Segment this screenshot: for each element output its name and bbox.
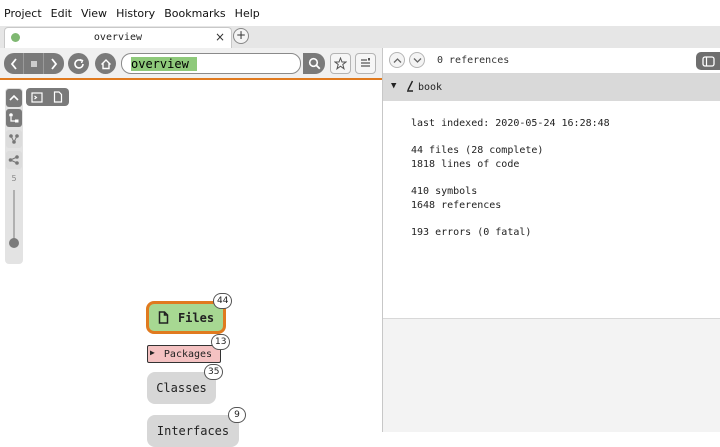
home-icon	[100, 58, 111, 69]
menu-bookmarks[interactable]: Bookmarks	[164, 7, 225, 20]
view-toggle-group	[26, 88, 69, 106]
bookmarks-list-icon	[361, 58, 370, 67]
next-reference-button[interactable]	[409, 52, 425, 68]
classes-count-badge: 35	[204, 364, 224, 380]
packages-node-label: Packages	[163, 348, 213, 360]
collapse-triangle-icon[interactable]: ▼	[391, 81, 396, 91]
pencil-icon[interactable]	[405, 80, 415, 92]
home-button[interactable]	[95, 53, 116, 74]
back-button[interactable]	[4, 53, 24, 74]
history-menu-button[interactable]	[24, 53, 44, 74]
interfaces-node-label: Interfaces	[156, 424, 230, 438]
search-icon	[308, 57, 320, 70]
chevron-right-icon	[51, 57, 58, 70]
screen-layout-button[interactable]	[696, 52, 720, 70]
files-count-badge: 44	[213, 293, 233, 309]
menu-bar: Project Edit View History Bookmarks Help	[0, 0, 720, 26]
collapse-controls-button[interactable]	[6, 89, 22, 107]
graph-custom-icon	[9, 113, 19, 123]
refresh-icon	[73, 58, 84, 69]
depth-slider-handle[interactable]	[9, 238, 19, 248]
graph-mode-custom-button[interactable]	[6, 109, 22, 127]
files-text: 44 files (28 complete)	[411, 145, 544, 156]
nav-group	[4, 53, 64, 74]
project-header[interactable]: ▼ book	[383, 74, 720, 101]
search-button[interactable]	[303, 53, 325, 74]
menu-project[interactable]: Project	[4, 7, 42, 20]
menu-history[interactable]: History	[116, 7, 155, 20]
menu-view[interactable]: View	[81, 7, 107, 20]
refresh-button[interactable]	[68, 53, 89, 74]
graph-mode-network-button[interactable]	[6, 151, 22, 169]
menu-edit[interactable]: Edit	[51, 7, 72, 20]
references-count: 0 references	[437, 55, 510, 66]
layout-icon	[701, 55, 715, 67]
files-node-label: Files	[177, 310, 215, 325]
expand-triangle-icon[interactable]: ▶	[150, 348, 155, 357]
tab-bar: overview × +	[0, 26, 720, 48]
graph-mode-tree-button[interactable]	[6, 130, 22, 148]
errors-text: 193 errors (0 fatal)	[411, 227, 532, 238]
search-box	[121, 53, 301, 74]
project-name: book	[418, 82, 443, 93]
chevron-left-icon	[10, 57, 17, 70]
menu-help[interactable]: Help	[235, 7, 260, 20]
project-info: last indexed: 2020-05-24 16:28:48 44 fil…	[383, 101, 720, 319]
code-view-button[interactable]	[26, 88, 47, 106]
previous-reference-button[interactable]	[389, 52, 405, 68]
packages-node[interactable]: ▶ Packages	[147, 345, 221, 363]
last-indexed-text: last indexed: 2020-05-24 16:28:48	[411, 118, 610, 129]
graph-network-icon	[8, 155, 19, 165]
references-text: 1648 references	[411, 200, 502, 211]
toolbar	[0, 48, 382, 80]
graph-controls: 5	[5, 88, 23, 264]
depth-label: 5	[11, 174, 17, 183]
chevron-up-icon	[393, 57, 401, 63]
file-icon	[53, 91, 62, 103]
chevron-up-icon	[9, 94, 19, 101]
lines-text: 1818 lines of code	[411, 159, 520, 170]
interfaces-node[interactable]: Interfaces	[147, 415, 239, 447]
graph-pane: 5 Files 44 ▶ Packages 13 Classes 35 Inte…	[0, 48, 382, 447]
code-pane: 0 references ▼ book last indexed: 2020-0…	[383, 48, 720, 432]
graph-tree-icon	[9, 134, 19, 144]
file-icon	[158, 311, 169, 324]
file-view-button[interactable]	[47, 88, 68, 106]
tab-overview[interactable]: overview ×	[4, 27, 232, 48]
packages-count-badge: 13	[211, 334, 231, 350]
history-list-icon	[30, 60, 37, 67]
depth-slider-track[interactable]	[13, 190, 15, 242]
tab-title: overview	[93, 32, 143, 43]
interfaces-count-badge: 9	[228, 407, 246, 423]
search-input[interactable]	[131, 56, 291, 71]
bookmark-button[interactable]	[330, 53, 351, 74]
forward-button[interactable]	[44, 53, 64, 74]
code-window-icon	[30, 91, 43, 103]
references-toolbar: 0 references	[383, 48, 720, 74]
star-icon	[334, 57, 347, 70]
close-tab-icon[interactable]: ×	[215, 30, 225, 44]
symbols-text: 410 symbols	[411, 186, 478, 197]
classes-node-label: Classes	[156, 381, 207, 395]
bookmarks-menu-button[interactable]	[355, 53, 376, 74]
new-tab-button[interactable]: +	[233, 28, 249, 44]
chevron-down-icon	[413, 57, 421, 63]
